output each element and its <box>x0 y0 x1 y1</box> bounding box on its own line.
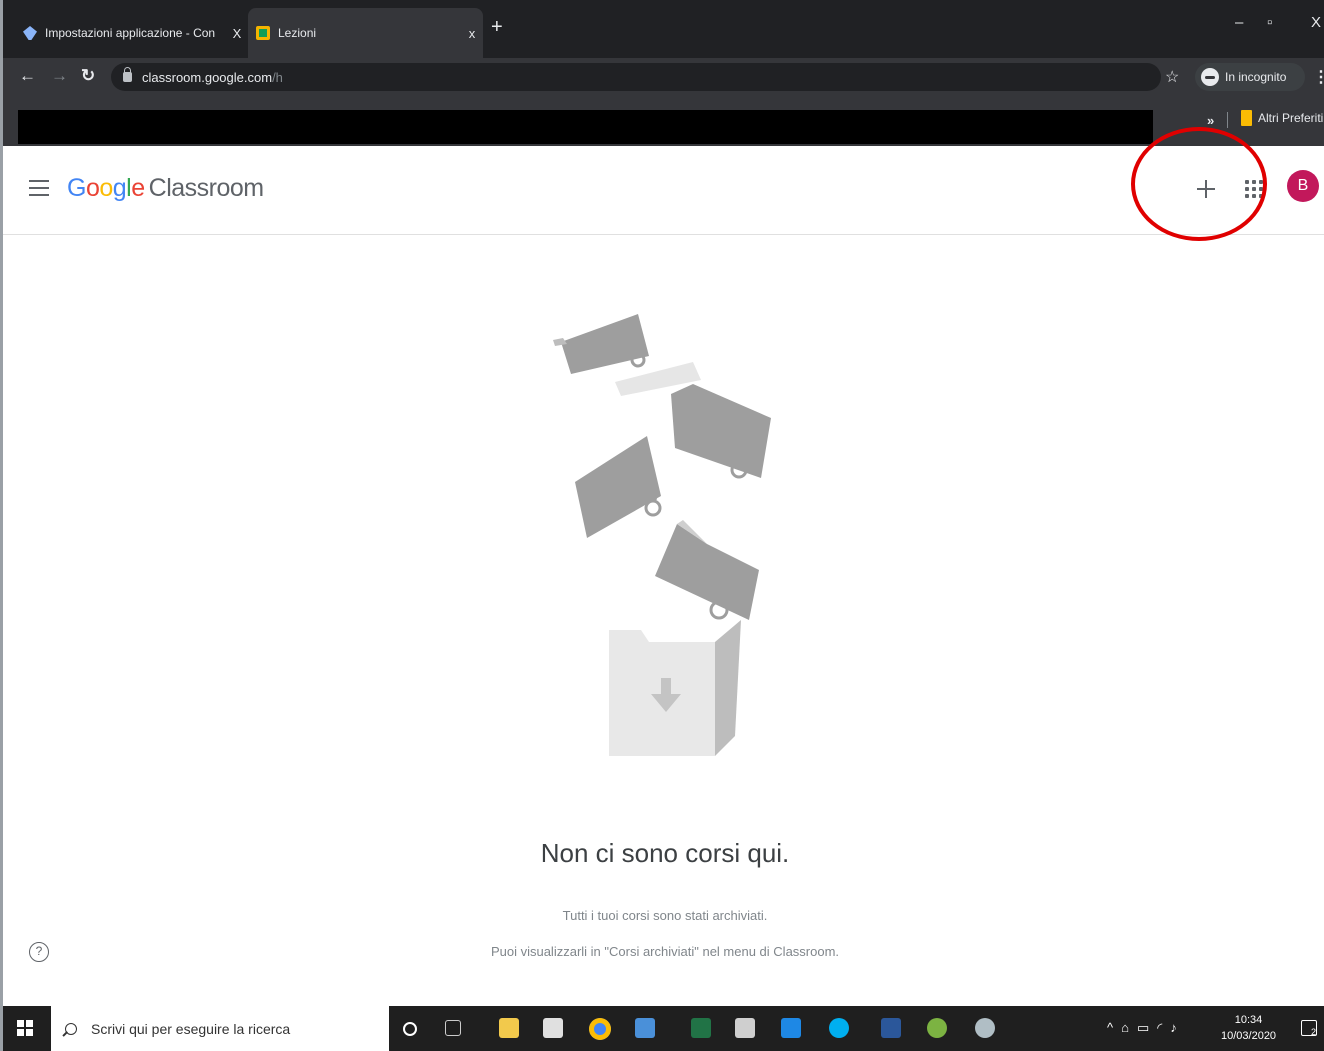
system-tray[interactable]: ^ ⌂ ▭ ◜ ♪ <box>1107 1020 1177 1036</box>
main-menu-icon[interactable] <box>29 180 49 196</box>
windows-taskbar: Scrivi qui per eseguire la ricerca ^ ⌂ ▭… <box>3 1006 1324 1051</box>
bookmarks-divider <box>1227 112 1228 128</box>
classroom-header: Google Classroom B <box>3 146 1324 235</box>
word-icon[interactable] <box>881 1018 901 1038</box>
classroom-favicon-icon <box>256 26 270 40</box>
product-name: Classroom <box>148 174 264 202</box>
empty-state-line-2: Puoi visualizzarli in "Corsi archiviati"… <box>490 944 840 959</box>
battery-icon[interactable]: ▭ <box>1137 1020 1149 1036</box>
taskbar-search-input[interactable]: Scrivi qui per eseguire la ricerca <box>51 1006 389 1051</box>
taskbar-clock[interactable]: 10:34 10/03/2020 <box>1221 1012 1276 1044</box>
maximize-button[interactable]: ▫ <box>1267 14 1272 31</box>
empty-state-line-1: Tutti i tuoi corsi sono stati archiviati… <box>562 908 768 923</box>
other-bookmarks-folder[interactable]: Altri Preferiti <box>1241 110 1323 126</box>
app-icon-2[interactable] <box>635 1018 655 1038</box>
cortana-icon[interactable] <box>403 1022 417 1036</box>
tray-expand-icon[interactable]: ^ <box>1107 1020 1113 1036</box>
app-icon-3[interactable] <box>781 1018 801 1038</box>
help-icon[interactable]: ? <box>29 942 49 962</box>
incognito-icon <box>1201 68 1219 86</box>
app-icon-4[interactable] <box>927 1018 947 1038</box>
app-icon-5[interactable] <box>975 1018 995 1038</box>
search-placeholder: Scrivi qui per eseguire la ricerca <box>91 1020 291 1037</box>
task-view-icon[interactable] <box>445 1020 461 1036</box>
bookmarks-bar: » Altri Preferiti <box>3 96 1324 146</box>
url-host: classroom.google.com <box>142 69 273 85</box>
red-highlight-circle <box>1131 127 1267 241</box>
close-tab-icon[interactable]: x <box>461 26 483 41</box>
tab-title: Lezioni <box>278 26 317 40</box>
chrome-icon[interactable] <box>589 1018 611 1040</box>
empty-classes-illustration <box>553 314 771 756</box>
bookmark-star-icon[interactable]: ☆ <box>1165 67 1179 87</box>
minimize-button[interactable]: – <box>1235 14 1243 31</box>
flying-paper-4 <box>575 436 662 538</box>
lock-icon <box>123 67 132 82</box>
search-icon <box>65 1022 77 1035</box>
clock-date: 10/03/2020 <box>1221 1030 1277 1042</box>
incognito-label: In incognito <box>1225 70 1287 84</box>
avatar[interactable]: B <box>1287 170 1319 202</box>
screen: Impostazioni applicazione - Con X Lezion… <box>0 0 1324 1051</box>
browser-toolbar: ← → ↻ classroom.google.com /h ☆ In incog… <box>3 58 1324 96</box>
new-tab-button[interactable]: + <box>491 16 503 39</box>
forward-arrow-icon[interactable]: → <box>51 66 68 86</box>
windows-start-icon[interactable] <box>17 1020 33 1036</box>
archive-folder-icon <box>609 620 741 756</box>
app-icon-1[interactable] <box>543 1018 563 1038</box>
flying-paper-1 <box>553 314 649 374</box>
folder-label: Altri Preferiti <box>1258 111 1324 125</box>
close-tab-icon[interactable]: X <box>226 26 248 41</box>
clock-time: 10:34 <box>1234 1014 1263 1026</box>
tab-impostazioni[interactable]: Impostazioni applicazione - Con X <box>13 8 248 58</box>
google-classroom-logo[interactable]: Google Classroom <box>67 174 264 203</box>
close-window-button[interactable]: X <box>1311 14 1321 31</box>
address-bar[interactable]: classroom.google.com /h <box>111 63 1161 91</box>
empty-state-title: Non ci sono corsi qui. <box>540 838 790 868</box>
folder-icon <box>1241 110 1252 126</box>
skype-icon[interactable] <box>829 1018 849 1038</box>
incognito-badge[interactable]: In incognito <box>1195 63 1305 91</box>
network-user-icon[interactable]: ⌂ <box>1121 1020 1129 1036</box>
volume-icon[interactable]: ♪ <box>1170 1020 1177 1036</box>
more-bookmarks-button[interactable]: » <box>1207 113 1214 128</box>
browser-menu-icon[interactable]: ⋮ <box>1313 67 1324 87</box>
wifi-icon[interactable]: ◜ <box>1157 1020 1162 1036</box>
url-path: /h <box>272 69 283 85</box>
tab-lezioni[interactable]: Lezioni x <box>248 8 483 58</box>
reload-icon[interactable]: ↻ <box>81 66 95 86</box>
excel-icon[interactable] <box>691 1018 711 1038</box>
tab-favicon-icon <box>23 26 37 40</box>
notifications-icon[interactable]: 2 <box>1301 1020 1317 1037</box>
file-explorer-icon[interactable] <box>499 1018 519 1038</box>
calculator-icon[interactable] <box>735 1018 755 1038</box>
browser-tab-strip: Impostazioni applicazione - Con X Lezion… <box>3 0 1324 58</box>
flying-paper-3 <box>671 384 771 479</box>
tab-title: Impostazioni applicazione - Con <box>45 26 216 40</box>
redacted-bookmarks <box>18 110 1153 144</box>
flying-paper-5 <box>655 520 759 620</box>
back-arrow-icon[interactable]: ← <box>19 66 36 86</box>
